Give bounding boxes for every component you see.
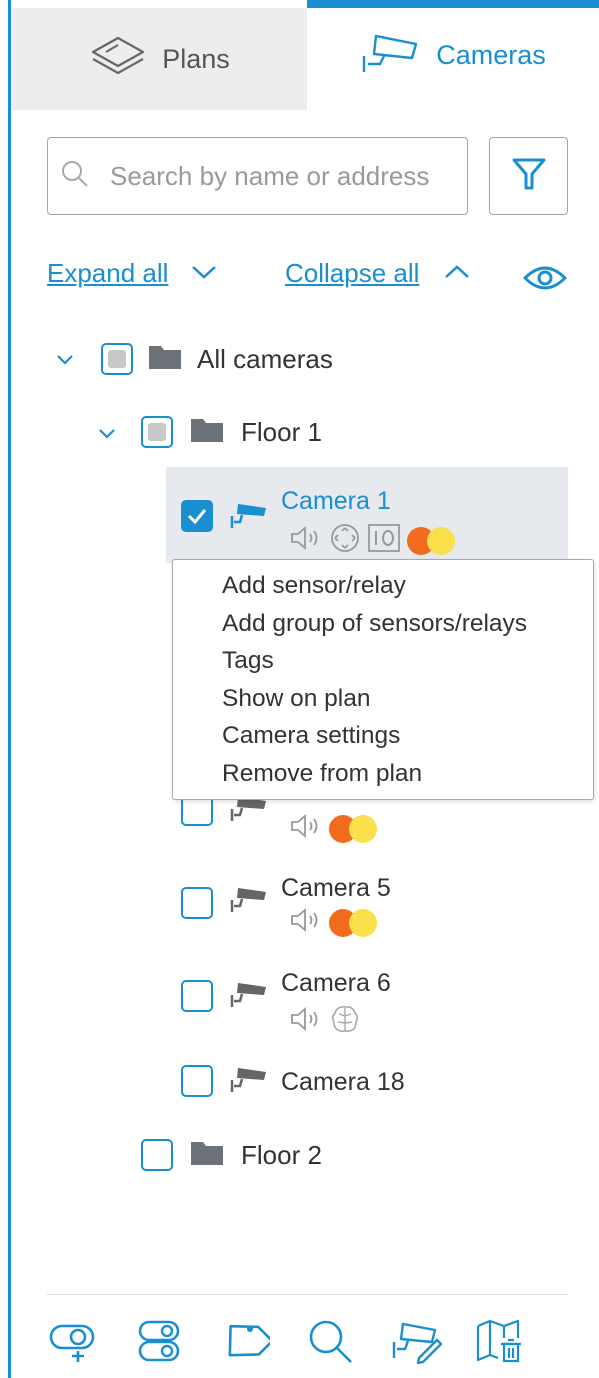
camera-settings-icon (391, 1318, 443, 1369)
tab-cameras-label: Cameras (436, 39, 546, 70)
camera-icon (230, 500, 268, 535)
camera-1-checkbox[interactable] (181, 500, 213, 532)
folder-icon (190, 417, 224, 448)
camera-6-label: Camera 6 (281, 969, 391, 997)
filter-button[interactable] (489, 137, 568, 215)
add-sensor-button[interactable] (47, 1318, 99, 1368)
search-input[interactable] (110, 160, 450, 192)
floor-2-checkbox[interactable] (141, 1139, 173, 1171)
layers-icon (88, 35, 148, 84)
menu-item-show-on-plan[interactable]: Show on plan (173, 680, 593, 718)
camera-icon (360, 30, 422, 81)
status-dots (407, 526, 457, 556)
camera-18-checkbox[interactable] (181, 1065, 213, 1097)
status-dots (329, 814, 379, 844)
tab-bar: Plans Cameras (11, 0, 599, 110)
add-sensor-icon (48, 1318, 98, 1369)
camera-5-checkbox[interactable] (181, 887, 213, 919)
menu-item-tags[interactable]: Tags (173, 642, 593, 680)
menu-item-add-sensor-relay[interactable]: Add sensor/relay (173, 567, 593, 605)
status-dot-yellow (349, 814, 377, 843)
panel-left-border (8, 0, 11, 1378)
add-group-icon (134, 1318, 184, 1369)
speaker-icon (289, 906, 323, 939)
camera-6-checkbox[interactable] (181, 980, 213, 1012)
camera-1-label: Camera 1 (281, 487, 391, 515)
expand-all-link[interactable]: Expand all (47, 258, 168, 289)
filter-icon (510, 155, 548, 198)
bottom-toolbar (47, 1318, 547, 1368)
folder-icon (148, 344, 182, 375)
search-icon (306, 1318, 356, 1369)
camera-settings-button[interactable] (391, 1318, 443, 1368)
tags-button[interactable] (219, 1318, 274, 1369)
tree-toggle-all-cameras[interactable] (54, 350, 76, 373)
add-group-button[interactable] (133, 1318, 185, 1368)
context-menu: Add sensor/relay Add group of sensors/re… (172, 559, 594, 800)
all-cameras-label: All cameras (197, 343, 333, 374)
tab-plans-label: Plans (162, 43, 230, 74)
camera-1-indicators (289, 522, 457, 559)
all-cameras-checkbox[interactable] (101, 343, 133, 375)
brain-icon (329, 1003, 361, 1040)
camera-hidden-indicators (289, 812, 379, 845)
eye-icon[interactable] (522, 262, 568, 299)
camera-icon (230, 884, 268, 919)
camera-5-indicators (289, 906, 379, 939)
camera-18-label: Camera 18 (281, 1068, 405, 1096)
search-button[interactable] (305, 1318, 357, 1368)
io-icon (367, 522, 401, 559)
ptz-icon (329, 522, 361, 559)
menu-item-remove-from-plan[interactable]: Remove from plan (173, 755, 593, 793)
search-icon (60, 159, 90, 194)
remove-from-plan-button[interactable] (473, 1318, 525, 1368)
menu-item-camera-settings[interactable]: Camera settings (173, 717, 593, 755)
search-field[interactable] (47, 137, 468, 215)
tag-icon (220, 1318, 274, 1369)
camera-icon (230, 1064, 268, 1099)
status-dots (329, 908, 379, 938)
tree-toggle-floor-1[interactable] (96, 424, 118, 447)
chevron-down-icon[interactable] (190, 262, 218, 287)
floor-1-checkbox[interactable] (141, 416, 173, 448)
menu-item-add-group-sensors-relays[interactable]: Add group of sensors/relays (173, 605, 593, 643)
floor-1-label: Floor 1 (241, 416, 322, 447)
camera-5-label: Camera 5 (281, 874, 391, 902)
folder-icon (190, 1140, 224, 1171)
collapse-all-link[interactable]: Collapse all (285, 258, 419, 289)
tab-cameras[interactable]: Cameras (307, 0, 599, 110)
toolbar-divider (47, 1294, 568, 1295)
camera-icon (230, 979, 268, 1014)
tree-node-floor-1[interactable]: Floor 1 (141, 416, 322, 448)
tree-node-floor-2[interactable]: Floor 2 (141, 1139, 322, 1171)
speaker-icon (289, 812, 323, 845)
speaker-icon (289, 1005, 323, 1038)
status-dot-yellow (427, 526, 455, 555)
speaker-icon (289, 524, 323, 557)
camera-6-indicators (289, 1003, 361, 1040)
floor-2-label: Floor 2 (241, 1139, 322, 1170)
tab-plans[interactable]: Plans (11, 8, 307, 110)
tree-node-all-cameras[interactable]: All cameras (101, 343, 333, 375)
status-dot-yellow (349, 908, 377, 937)
chevron-up-icon[interactable] (443, 262, 471, 287)
remove-from-plan-icon (474, 1318, 524, 1369)
